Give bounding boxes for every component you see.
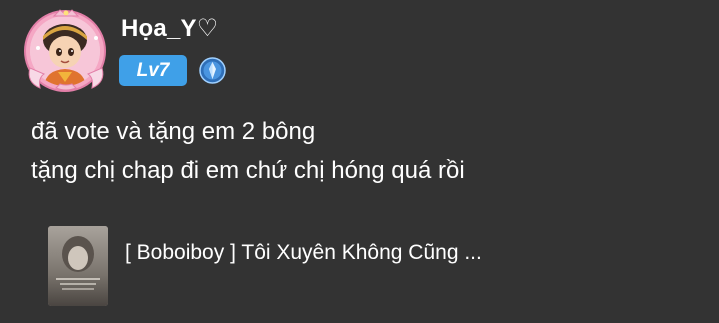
attached-book-link[interactable]: [ Boboiboy ] Tôi Xuyên Không Cũng ...	[48, 226, 608, 306]
level-badge: Lv7	[119, 55, 187, 86]
username[interactable]: Họa_Y♡	[121, 14, 218, 44]
blue-rank-emblem-icon	[199, 57, 226, 84]
comment-line: tặng chị chap đi em chứ chị hóng quá rồi	[31, 157, 465, 184]
comment-card: Họa_Y♡ Lv7 đã vote và tặng em 2 bông tặn…	[0, 0, 719, 323]
avatar-image	[30, 16, 100, 86]
comment-body: đã vote và tặng em 2 bông tặng chị chap …	[31, 112, 465, 190]
book-title[interactable]: [ Boboiboy ] Tôi Xuyên Không Cũng ...	[125, 238, 482, 268]
book-cover-image	[48, 226, 108, 306]
comment-line: đã vote và tặng em 2 bông	[31, 118, 316, 145]
user-avatar[interactable]	[24, 8, 108, 92]
